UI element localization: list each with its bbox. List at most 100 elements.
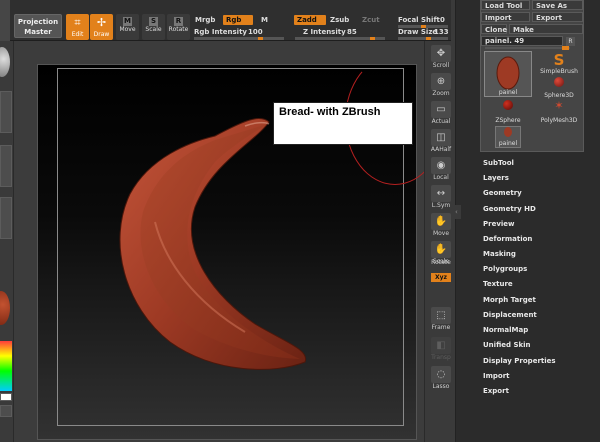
load-tool-button[interactable]: Load Tool [481, 0, 530, 10]
draw-label: Draw [93, 31, 110, 38]
frame-button[interactable]: ⬚ Frame [429, 307, 453, 335]
menu-displacement[interactable]: Displacement [483, 308, 537, 322]
export-tool-button[interactable]: Export [532, 12, 583, 22]
make-polymesh-button[interactable]: Make PolyMesh3D [509, 24, 583, 44]
rgb-intensity-knob[interactable] [258, 37, 263, 40]
thumb-label: PolyMesh3D [540, 117, 578, 124]
draw-size-knob[interactable] [426, 37, 431, 40]
edit-label: Edit [71, 31, 84, 38]
edit-button[interactable]: ⌗ Edit [66, 14, 89, 40]
zsub-button[interactable]: Zsub [330, 16, 349, 24]
simplebrush-icon: S [553, 51, 565, 69]
zoom-label: Zoom [432, 90, 450, 97]
bread-model[interactable] [95, 112, 315, 376]
tool-thumb-painel-small[interactable]: painel [495, 126, 521, 148]
xyz-toggle[interactable]: Xyz [431, 273, 451, 282]
zadd-button[interactable]: Zadd [294, 15, 326, 25]
rgb-button[interactable]: Rgb [223, 15, 253, 25]
local-button[interactable]: ◉ Local [429, 157, 453, 185]
bread-thumb-icon [496, 56, 520, 90]
rotate-button[interactable]: R Rotate [167, 14, 190, 40]
tool-r-button[interactable]: R [566, 37, 575, 46]
draw-size-slider[interactable] [398, 37, 448, 40]
menu-geometry[interactable]: Geometry [483, 186, 522, 200]
polymesh-star-icon: ✶ [554, 99, 564, 112]
lasso-button[interactable]: ◌ Lasso [429, 366, 453, 394]
scale-label: Scale [145, 26, 162, 33]
menu-export[interactable]: Export [483, 384, 509, 398]
actual-button[interactable]: ▭ Actual [429, 101, 453, 129]
secondary-color-swatch[interactable] [0, 405, 12, 417]
m-button[interactable]: M [261, 16, 268, 24]
edit-icon: ⌗ [74, 16, 81, 29]
menu-import[interactable]: Import [483, 369, 510, 383]
tool-thumb-sphere3d[interactable]: Sphere3D [535, 77, 583, 99]
tool-thumb-painel[interactable]: painel [484, 51, 532, 97]
transp-icon: ◧ [431, 337, 451, 354]
zcut-button[interactable]: Zcut [362, 16, 380, 24]
rotate-view-button[interactable]: Rotate [429, 259, 453, 273]
menu-subtool[interactable]: SubTool [483, 156, 514, 170]
current-tool-name[interactable]: painel. 49 [481, 36, 563, 46]
menu-polygroups[interactable]: Polygroups [483, 262, 527, 276]
menu-display-properties[interactable]: Display Properties [483, 354, 556, 368]
tool-thumb-zsphere[interactable]: ZSphere [484, 100, 532, 124]
frame-icon: ⬚ [431, 307, 451, 324]
move-view-button[interactable]: ✋ Move [429, 213, 453, 241]
clone-button[interactable]: Clone [481, 24, 507, 34]
left-palette-slot-3[interactable] [0, 197, 12, 239]
move-button[interactable]: M Move [116, 14, 139, 40]
draw-size-value[interactable]: 133 [434, 28, 449, 36]
menu-normalmap[interactable]: NormalMap [483, 323, 528, 337]
mrgb-button[interactable]: Mrgb [195, 16, 215, 24]
panel-collapse-handle[interactable]: ‹ [455, 205, 461, 219]
menu-deformation[interactable]: Deformation [483, 232, 532, 246]
left-palette-slot-1[interactable] [0, 91, 12, 133]
z-intensity-knob[interactable] [370, 37, 375, 40]
scroll-icon: ✥ [431, 45, 451, 62]
right-shelf: ✥ Scroll ⊕ Zoom ▭ Actual ◫ AAHalf ◉ Local ↔ L.… [424, 41, 454, 442]
scale-button[interactable]: S Scale [142, 14, 165, 40]
texture-thumbnail[interactable] [0, 291, 10, 325]
thumb-label: Sphere3D [544, 92, 574, 99]
transp-button[interactable]: ◧ Transp [429, 337, 453, 365]
zbrush-canvas[interactable]: Bread- with ZBrush [37, 55, 445, 440]
menu-morph-target[interactable]: Morph Target [483, 293, 536, 307]
z-intensity-value[interactable]: 85 [347, 28, 357, 36]
top-toolbar: Projection Master ⌗ Edit ✢ Draw M Move S… [0, 0, 451, 41]
move-label: Move [119, 26, 136, 33]
focal-shift-value[interactable]: 0 [440, 16, 445, 24]
left-palette-strip [0, 41, 14, 442]
rgb-intensity-slider[interactable] [194, 37, 284, 40]
color-picker[interactable] [0, 341, 12, 391]
menu-preview[interactable]: Preview [483, 217, 515, 231]
aahalf-button[interactable]: ◫ AAHalf [429, 129, 453, 157]
thumb-label: ZSphere [495, 117, 521, 124]
left-palette-slot-2[interactable] [0, 145, 12, 187]
menu-unified-skin[interactable]: Unified Skin [483, 338, 531, 352]
scale-key-icon: S [149, 17, 158, 26]
draw-button[interactable]: ✢ Draw [90, 14, 113, 40]
focal-shift-label: Focal Shift [398, 16, 440, 24]
tool-slider[interactable] [485, 47, 570, 49]
rgb-intensity-value[interactable]: 100 [248, 28, 263, 36]
actual-icon: ▭ [431, 101, 451, 118]
menu-texture[interactable]: Texture [483, 277, 513, 291]
tool-slider-knob[interactable] [562, 46, 569, 50]
zoom-icon: ⊕ [431, 73, 451, 90]
projection-master-button[interactable]: Projection Master [14, 14, 62, 38]
zoom-button[interactable]: ⊕ Zoom [429, 73, 453, 101]
menu-masking[interactable]: Masking [483, 247, 516, 261]
material-sphere-thumbnail[interactable] [0, 47, 10, 77]
tool-thumb-simplebrush[interactable]: S SimpleBrush [535, 51, 583, 75]
lasso-label: Lasso [432, 383, 450, 390]
rotate-key-icon: R [174, 17, 183, 26]
main-color-swatch[interactable] [0, 393, 12, 401]
lsym-button[interactable]: ↔ L.Sym [429, 185, 453, 213]
menu-geometry-hd[interactable]: Geometry HD [483, 202, 536, 216]
scroll-button[interactable]: ✥ Scroll [429, 45, 453, 73]
save-as-button[interactable]: Save As [532, 0, 583, 10]
tool-thumb-polymesh3d[interactable]: ✶ PolyMesh3D [535, 99, 583, 125]
menu-layers[interactable]: Layers [483, 171, 509, 185]
import-tool-button[interactable]: Import [481, 12, 530, 22]
